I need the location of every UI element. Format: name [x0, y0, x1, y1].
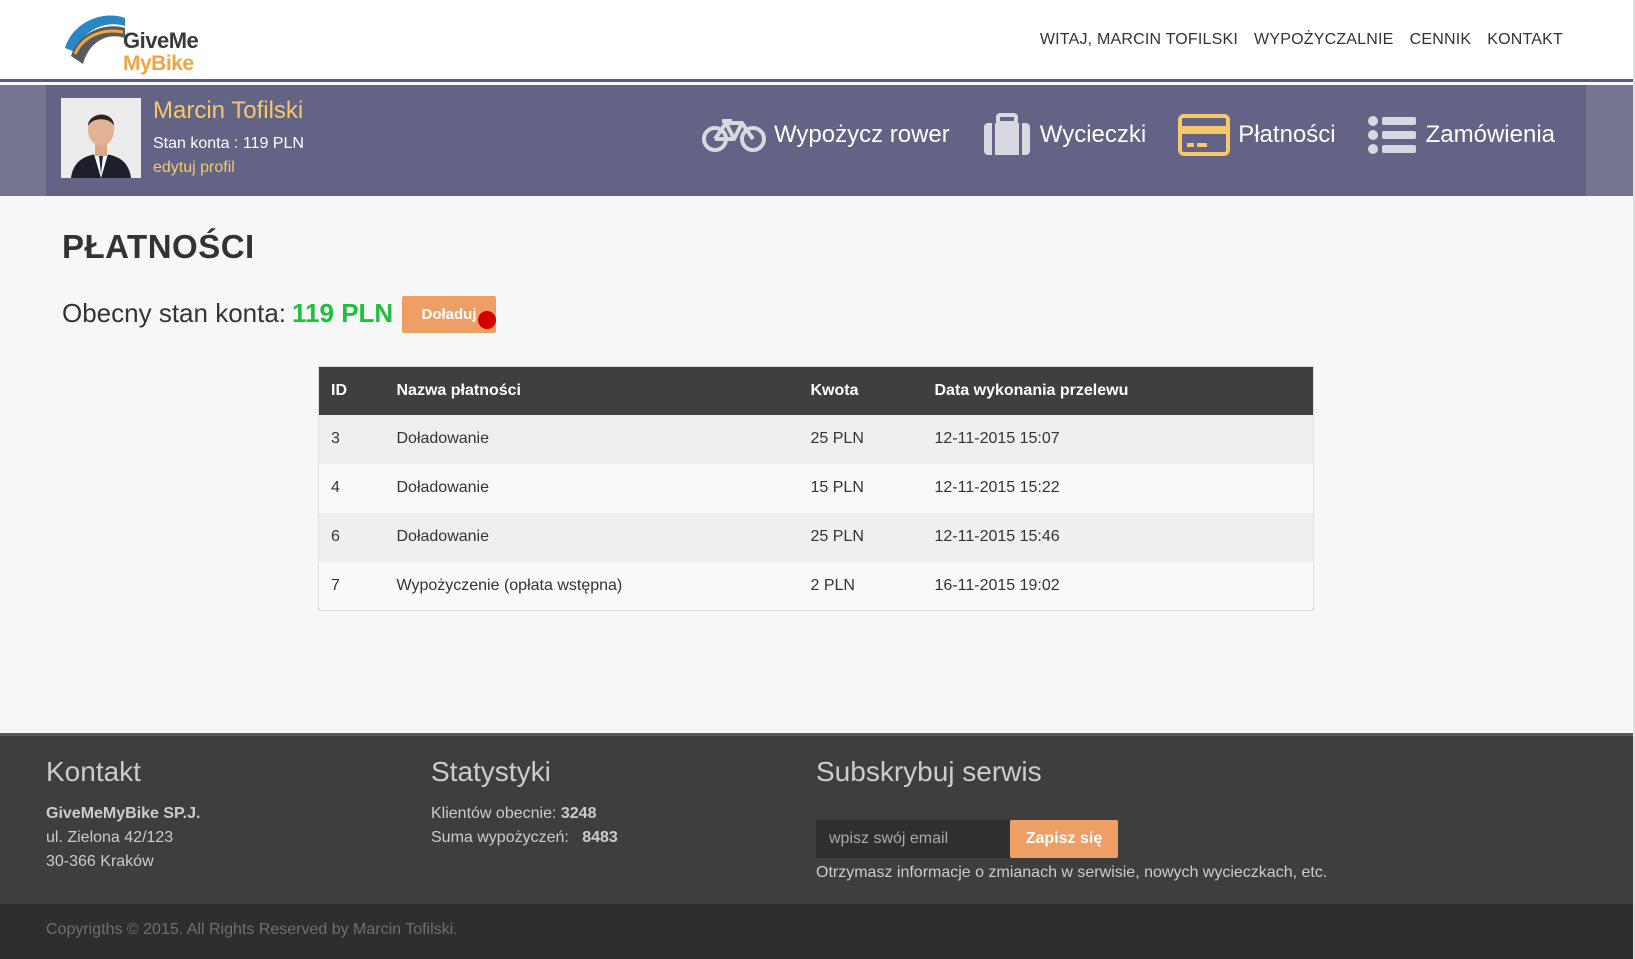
nav-rent-bike[interactable]: Wypożycz rower	[701, 117, 950, 153]
top-nav-pricing[interactable]: CENNIK	[1410, 31, 1472, 49]
company-city: 30-366 Kraków	[46, 853, 154, 870]
column-header: ID	[331, 381, 347, 399]
cell-date: 12-11-2015 15:46	[934, 528, 1060, 545]
top-nav: WITAJ, MARCIN TOFILSKI WYPOŻYCZALNIE CEN…	[1040, 31, 1563, 49]
nav-orders-label: Zamówienia	[1425, 121, 1555, 148]
main-nav: Wypożycz rower Wycieczki Płatności Zamów…	[701, 113, 1555, 157]
logo-text-giveme: GiveMe	[123, 28, 199, 53]
list-icon	[1367, 116, 1416, 154]
nav-payments-label: Płatności	[1238, 121, 1336, 148]
nav-trips-label: Wycieczki	[1039, 121, 1147, 148]
footer-contact: Kontakt GiveMeMyBike SP.J. ul. Zielona 4…	[46, 756, 200, 874]
rentals-value: 8483	[582, 829, 618, 846]
cell-name: Doładowanie	[396, 430, 490, 447]
column-header: Nazwa płatności	[396, 381, 521, 399]
cell-date: 12-11-2015 15:22	[934, 479, 1060, 496]
table-row: 4 Doładowanie 15 PLN 12-11-2015 15:22	[318, 463, 1314, 513]
cell-id: 6	[331, 528, 340, 545]
profile-name: Marcin Tofilski	[153, 97, 304, 124]
cell-id: 7	[331, 576, 340, 594]
cell-id: 4	[331, 479, 340, 496]
suitcase-icon	[983, 113, 1030, 155]
company-name: GiveMeMyBike SP.J.	[46, 805, 201, 822]
cell-name: Doładowanie	[396, 528, 490, 545]
column-header: Data wykonania przelewu	[934, 381, 1129, 399]
top-header: GiveMe MyBike WITAJ, MARCIN TOFILSKI WYP…	[0, 0, 1635, 82]
logo-road-icon	[65, 15, 125, 64]
subscribe-button[interactable]: Zapisz się	[1010, 820, 1118, 858]
current-balance: Obecny stan konta: 119 PLN	[62, 298, 393, 329]
table-row: 3 Doładowanie 25 PLN 12-11-2015 15:07	[318, 414, 1314, 464]
footer-stats-title: Statystyki	[431, 756, 551, 787]
table-row: 6 Doładowanie 25 PLN 12-11-2015 15:46	[318, 512, 1314, 562]
copyright-text: Copyrigths © 2015. All Rights Reserved b…	[46, 921, 458, 938]
top-nav-contact[interactable]: KONTAKT	[1487, 31, 1563, 49]
edit-profile-link[interactable]: edytuj profil	[153, 159, 235, 177]
nav-orders[interactable]: Zamówienia	[1367, 115, 1555, 155]
cell-amount: 15 PLN	[810, 479, 864, 496]
clients-value: 3248	[560, 805, 597, 822]
column-header: Kwota	[810, 381, 859, 399]
top-nav-rentals[interactable]: WYPOŻYCZALNIE	[1254, 31, 1394, 49]
rentals-label: Suma wypożyczeń:	[431, 829, 569, 846]
logo-text-mybike: MyBike	[123, 52, 194, 75]
clients-label: Klientów obecnie:	[431, 805, 557, 822]
current-balance-label: Obecny stan konta:	[62, 298, 287, 328]
cell-amount: 25 PLN	[810, 528, 864, 545]
cell-name: Doładowanie	[396, 479, 490, 496]
avatar	[61, 98, 141, 178]
email-input[interactable]: wpisz swój email	[816, 820, 1010, 858]
nav-trips[interactable]: Wycieczki	[982, 113, 1146, 157]
cell-date: 12-11-2015 15:07	[934, 430, 1060, 447]
cell-name: Wypożyczenie (opłata wstępna)	[396, 576, 623, 594]
table-row: 7 Wypożyczenie (opłata wstępna) 2 PLN 16…	[318, 561, 1314, 611]
footer-subscribe: Subskrybuj serwis wpisz swój email Zapis…	[816, 756, 1436, 896]
footer-contact-title: Kontakt	[46, 756, 141, 787]
top-nav-user[interactable]: WITAJ, MARCIN TOFILSKI	[1040, 31, 1238, 49]
profile-balance: Stan konta : 119 PLN	[153, 135, 304, 152]
payments-table: ID Nazwa płatności Kwota Data wykonania …	[318, 366, 1314, 611]
table-header-row: ID Nazwa płatności Kwota Data wykonania …	[318, 366, 1314, 415]
footer-stats: Statystyki Klientów obecnie: 3248 Suma w…	[431, 756, 618, 850]
cell-date: 16-11-2015 19:02	[934, 576, 1060, 594]
logo[interactable]: GiveMe MyBike	[63, 8, 199, 76]
bicycle-icon	[701, 119, 766, 152]
cursor-marker	[478, 311, 496, 329]
current-balance-value: 119 PLN	[292, 298, 394, 328]
page-title: PŁATNOŚCI	[62, 228, 255, 265]
footer-subscribe-title: Subskrybuj serwis	[816, 756, 1042, 787]
copyright-bar: Copyrigths © 2015. All Rights Reserved b…	[0, 904, 1635, 959]
profile-band: Marcin Tofilski Stan konta : 119 PLN edy…	[0, 85, 1635, 196]
nav-payments[interactable]: Płatności	[1178, 114, 1336, 156]
profile-band-inner: Marcin Tofilski Stan konta : 119 PLN edy…	[46, 85, 1586, 196]
credit-card-icon	[1178, 114, 1231, 156]
cell-amount: 25 PLN	[810, 430, 864, 447]
cell-id: 3	[331, 430, 340, 447]
footer: Kontakt GiveMeMyBike SP.J. ul. Zielona 4…	[0, 733, 1635, 904]
subscribe-note: Otrzymasz informacje o zmianach w serwis…	[816, 864, 1328, 881]
cell-amount: 2 PLN	[810, 576, 855, 594]
company-street: ul. Zielona 42/123	[46, 829, 174, 846]
nav-rent-bike-label: Wypożycz rower	[773, 121, 950, 148]
